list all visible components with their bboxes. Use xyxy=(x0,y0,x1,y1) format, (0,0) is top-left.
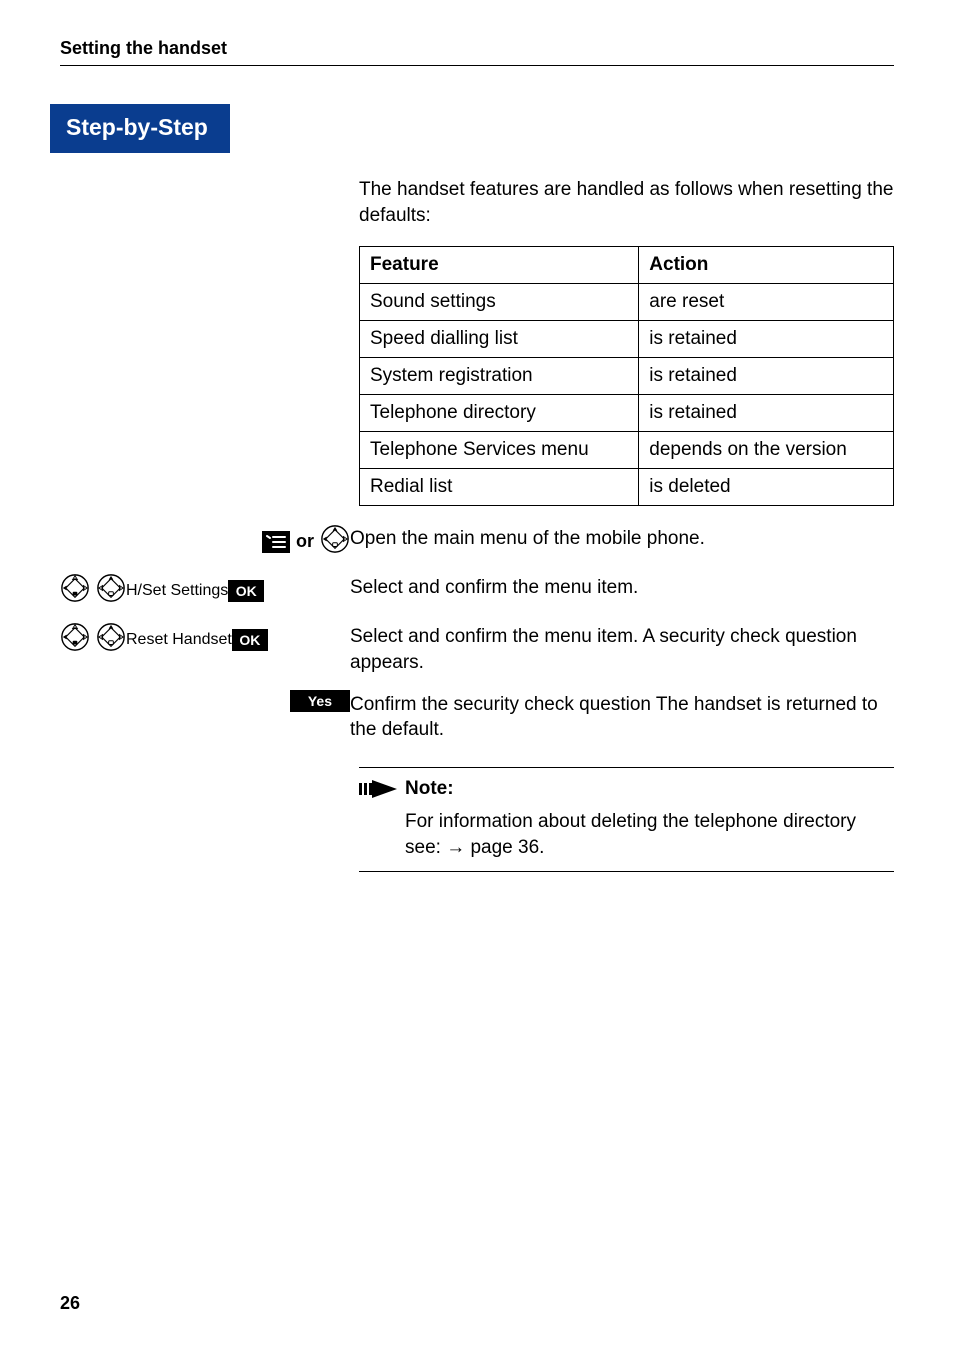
cell-action: is retained xyxy=(639,321,894,358)
step-by-step-tab: Step-by-Step xyxy=(50,104,230,153)
step-confirm: Confirm the security check question The … xyxy=(350,690,894,743)
th-feature: Feature xyxy=(360,247,639,284)
menu-item-hset: H/Set Settings xyxy=(126,582,228,600)
intro-text: The handset features are handled as foll… xyxy=(359,177,894,228)
table-row: System registration is retained xyxy=(360,358,894,395)
step-select-1: Select and confirm the menu item. xyxy=(350,573,894,601)
cell-feature: Telephone Services menu xyxy=(360,432,639,469)
cell-action: is retained xyxy=(639,358,894,395)
note-box: Note: For information about deleting the… xyxy=(359,767,894,872)
th-action: Action xyxy=(639,247,894,284)
menu-item-reset: Reset Handset xyxy=(126,631,232,649)
step-select-2: Select and confirm the menu item. A secu… xyxy=(350,622,894,675)
table-row: Sound settings are reset xyxy=(360,284,894,321)
step-open-menu: Open the main menu of the mobile phone. xyxy=(350,524,894,552)
note-title: Note: xyxy=(405,776,894,802)
arrow-icon: → xyxy=(446,837,465,858)
cell-feature: System registration xyxy=(360,358,639,395)
cell-action: is retained xyxy=(639,395,894,432)
feature-table: Feature Action Sound settings are reset … xyxy=(359,246,894,506)
note-text-b: page 36. xyxy=(465,837,544,858)
cell-action: is deleted xyxy=(639,469,894,506)
ok-key: OK xyxy=(228,580,264,602)
ok-key: OK xyxy=(232,629,268,651)
navpad-icon-left xyxy=(60,573,90,608)
cell-action: depends on the version xyxy=(639,432,894,469)
table-row: Speed dialling list is retained xyxy=(360,321,894,358)
note-arrow-icon xyxy=(359,776,405,805)
cell-feature: Sound settings xyxy=(360,284,639,321)
page-number: 26 xyxy=(60,1293,80,1314)
navpad-icon-up xyxy=(96,622,126,657)
navpad-icon-up xyxy=(96,573,126,608)
cell-feature: Redial list xyxy=(360,469,639,506)
navpad-icon-left xyxy=(60,622,90,657)
cell-action: are reset xyxy=(639,284,894,321)
cell-feature: Speed dialling list xyxy=(360,321,639,358)
navpad-icon xyxy=(320,524,350,559)
running-header: Setting the handset xyxy=(60,38,894,66)
menu-key-icon xyxy=(262,531,290,553)
or-label: or xyxy=(290,531,320,552)
yes-key: Yes xyxy=(290,690,350,712)
cell-feature: Telephone directory xyxy=(360,395,639,432)
table-row: Telephone directory is retained xyxy=(360,395,894,432)
table-row: Telephone Services menu depends on the v… xyxy=(360,432,894,469)
table-row: Redial list is deleted xyxy=(360,469,894,506)
